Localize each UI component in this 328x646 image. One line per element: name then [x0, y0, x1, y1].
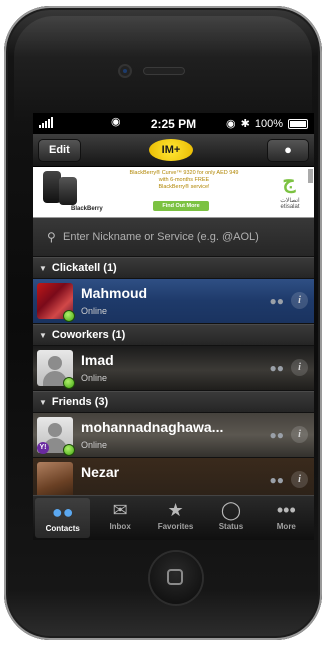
- online-status-icon: [63, 310, 75, 322]
- home-button[interactable]: [150, 552, 202, 604]
- online-status-icon: [63, 444, 75, 456]
- contact-name: mohannadnaghawa...: [81, 419, 224, 435]
- status-bar: ◉ 2:25 PM ◉ ✱ 100%: [33, 113, 314, 134]
- ad-find-out-more-button[interactable]: Find Out More: [153, 201, 209, 211]
- disclosure-triangle-icon: ▼: [39, 397, 47, 407]
- contact-row-imad[interactable]: Imad Online ●● i: [33, 346, 314, 391]
- ellipsis-icon: •••: [276, 500, 296, 520]
- tab-label: Favorites: [157, 522, 194, 531]
- ad-text: BlackBerry® Curve™ 9320 for only AED 949…: [109, 170, 259, 191]
- group-header-label: Friends (3): [51, 396, 109, 408]
- tab-label: Contacts: [45, 524, 80, 533]
- search-bar: ⚲: [33, 218, 314, 257]
- contact-status: Online: [81, 306, 108, 316]
- search-icon: ⚲: [47, 230, 56, 244]
- ad-close-tab[interactable]: [308, 169, 313, 183]
- bluetooth-icon: ✱: [240, 118, 250, 130]
- front-camera: [120, 66, 130, 76]
- ad-line: BlackBerry® service!: [158, 184, 210, 190]
- ad-line: BlackBerry® Curve™ 9320 for only AED 949: [129, 170, 239, 176]
- tab-bar: ●● Contacts ✉ Inbox ★ Favorites ◯ Status…: [33, 495, 314, 540]
- yahoo-service-icon: Y!: [37, 442, 49, 454]
- group-icon: ●●: [269, 473, 285, 487]
- online-status-icon: [63, 377, 75, 389]
- contact-name: Nezar: [81, 464, 120, 480]
- im-plus-logo: IM+: [149, 139, 193, 161]
- status-right-group: ◉ ✱ 100%: [226, 117, 308, 130]
- contact-status: Online: [81, 440, 108, 450]
- avatar: [37, 462, 73, 498]
- edit-button[interactable]: Edit: [38, 139, 81, 162]
- contact-info-button[interactable]: i: [291, 426, 308, 443]
- group-header-clickatell[interactable]: ▼ Clickatell (1): [33, 257, 314, 279]
- compose-chat-button[interactable]: ●: [267, 139, 309, 162]
- contacts-icon: ●●: [51, 502, 74, 522]
- disclosure-triangle-icon: ▼: [39, 330, 47, 340]
- contact-name: Mahmoud: [81, 285, 148, 301]
- lock-rotation-icon: ◉: [226, 118, 236, 130]
- navigation-bar: Edit IM+ ●: [33, 134, 314, 167]
- tab-favorites[interactable]: ★ Favorites: [148, 496, 203, 540]
- battery-percent: 100%: [254, 117, 283, 130]
- ad-line: with 6-months FREE: [158, 177, 210, 183]
- app-screen: ◉ 2:25 PM ◉ ✱ 100% Edit IM+ ● BlackBerry…: [33, 113, 314, 540]
- tab-label: Inbox: [109, 522, 131, 531]
- ad-banner[interactable]: BlackBerry BlackBerry® Curve™ 9320 for o…: [33, 167, 314, 218]
- disclosure-triangle-icon: ▼: [39, 263, 47, 273]
- search-input[interactable]: [63, 228, 303, 246]
- etisalat-logo: ج اتصالات etisalat: [272, 171, 308, 213]
- tab-inbox[interactable]: ✉ Inbox: [92, 496, 147, 540]
- ad-brand-label: BlackBerry: [71, 206, 103, 212]
- group-header-friends[interactable]: ▼ Friends (3): [33, 391, 314, 413]
- contact-info-button[interactable]: i: [291, 292, 308, 309]
- contact-name: Imad: [81, 352, 114, 368]
- group-icon: ●●: [269, 361, 285, 375]
- group-icon: ●●: [269, 294, 285, 308]
- blackberry-phones-image: [39, 171, 83, 205]
- tab-more[interactable]: ••• More: [259, 496, 314, 540]
- tab-status[interactable]: ◯ Status: [203, 496, 258, 540]
- tab-contacts[interactable]: ●● Contacts: [35, 498, 91, 538]
- group-header-coworkers[interactable]: ▼ Coworkers (1): [33, 324, 314, 346]
- etisalat-wordmark: اتصالات etisalat: [280, 198, 300, 210]
- group-icon: ●●: [269, 428, 285, 442]
- group-header-label: Coworkers (1): [51, 329, 126, 341]
- speech-bubble-icon: ●: [284, 142, 292, 157]
- earpiece-speaker: [144, 68, 184, 74]
- tab-label: More: [276, 522, 296, 531]
- contact-status: Online: [81, 373, 108, 383]
- etisalat-mark-icon: ج: [282, 171, 296, 193]
- contact-row-mohannad[interactable]: Y! mohannadnaghawa... Online ●● i: [33, 413, 314, 458]
- group-header-label: Clickatell (1): [51, 262, 117, 274]
- chat-bubble-icon: ◯: [220, 500, 241, 520]
- star-icon: ★: [167, 500, 184, 520]
- home-square-icon: [167, 569, 183, 585]
- contact-info-button[interactable]: i: [291, 471, 308, 488]
- envelope-icon: ✉: [112, 500, 128, 520]
- tab-label: Status: [218, 522, 244, 531]
- contact-row-mahmoud[interactable]: Mahmoud Online ●● i: [33, 279, 314, 324]
- contact-info-button[interactable]: i: [291, 359, 308, 376]
- battery-icon: [288, 118, 308, 129]
